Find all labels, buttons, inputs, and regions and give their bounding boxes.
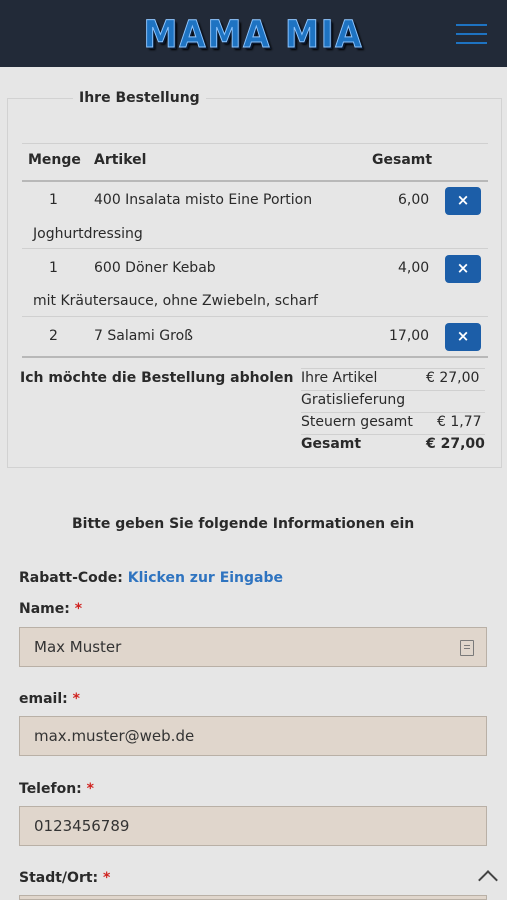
- item-price: 6,00: [398, 192, 430, 208]
- column-header-qty: Menge: [28, 152, 81, 168]
- summary-total-label: Gesamt: [301, 436, 362, 452]
- order-title: Ihre Bestellung: [73, 90, 206, 106]
- discount-code-row: Rabatt-Code: Klicken zur Eingabe: [19, 570, 283, 586]
- summary-tax-value: € 1,77: [437, 414, 482, 430]
- discount-code-link[interactable]: Klicken zur Eingabe: [128, 570, 283, 586]
- city-label-row: Stadt/Ort: *: [19, 870, 110, 886]
- required-marker: *: [103, 870, 111, 886]
- name-label-row: Name: *: [19, 601, 82, 617]
- contact-card-icon[interactable]: [460, 640, 474, 656]
- required-marker: *: [86, 781, 94, 797]
- name-label: Name:: [19, 601, 70, 617]
- required-marker: *: [72, 691, 80, 707]
- item-qty: 1: [49, 260, 58, 276]
- column-header-total: Gesamt: [372, 152, 433, 168]
- item-qty: 2: [49, 328, 58, 344]
- scroll-to-top-chevron-icon[interactable]: [478, 870, 498, 890]
- remove-item-button[interactable]: ×: [445, 255, 481, 283]
- item-note: mit Kräutersauce, ohne Zwiebeln, scharf: [33, 293, 318, 309]
- summary-items-label: Ihre Artikel: [301, 370, 378, 386]
- divider: [22, 143, 488, 144]
- summary-tax-label: Steuern gesamt: [301, 414, 413, 430]
- divider: [22, 356, 488, 358]
- divider: [22, 316, 488, 317]
- required-marker: *: [74, 601, 83, 617]
- logo: MAMA MIA: [143, 13, 364, 57]
- remove-item-button[interactable]: ×: [445, 323, 481, 351]
- column-header-item: Artikel: [94, 152, 147, 168]
- email-label: email:: [19, 691, 68, 707]
- item-note: Joghurtdressing: [33, 226, 143, 242]
- pickup-option-label[interactable]: Ich möchte die Bestellung abholen: [20, 370, 294, 386]
- divider: [22, 180, 488, 182]
- email-field[interactable]: max.muster@web.de: [19, 716, 487, 756]
- discount-code-label: Rabatt-Code:: [19, 570, 123, 586]
- phone-label: Telefon:: [19, 781, 82, 797]
- divider: [301, 434, 485, 435]
- phone-field[interactable]: 0123456789: [19, 806, 487, 846]
- item-price: 17,00: [389, 328, 430, 344]
- app-header: MAMA MIA: [0, 0, 507, 67]
- city-field[interactable]: [19, 895, 487, 900]
- item-qty: 1: [49, 192, 58, 208]
- email-label-row: email: *: [19, 691, 80, 707]
- divider: [301, 412, 485, 413]
- name-field[interactable]: Max Muster: [19, 627, 487, 667]
- summary-delivery-label: Gratislieferung: [301, 392, 406, 408]
- form-title: Bitte geben Sie folgende Informationen e…: [72, 516, 415, 532]
- item-name: 7 Salami Groß: [94, 328, 193, 344]
- city-label: Stadt/Ort:: [19, 870, 99, 886]
- item-price: 4,00: [398, 260, 430, 276]
- divider: [301, 390, 485, 391]
- summary-items-value: € 27,00: [426, 370, 480, 386]
- item-name: 400 Insalata misto Eine Portion: [94, 192, 313, 208]
- item-name: 600 Döner Kebab: [94, 260, 216, 276]
- hamburger-menu-icon[interactable]: [456, 24, 487, 44]
- remove-item-button[interactable]: ×: [445, 187, 481, 215]
- summary-total-value: € 27,00: [426, 436, 485, 452]
- divider: [301, 368, 485, 369]
- phone-label-row: Telefon: *: [19, 781, 94, 797]
- divider: [22, 248, 488, 249]
